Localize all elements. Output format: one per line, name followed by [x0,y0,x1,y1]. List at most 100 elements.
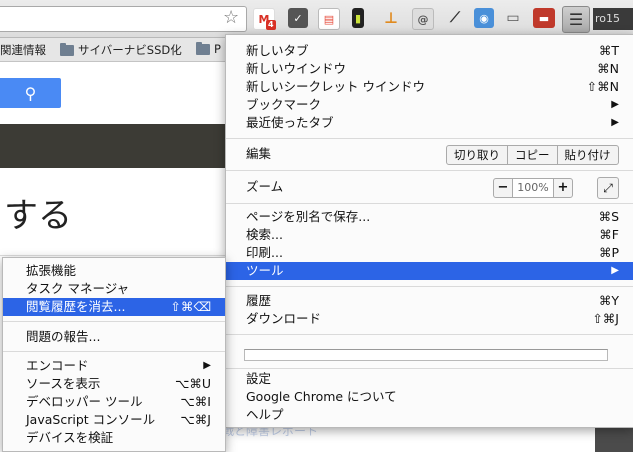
address-bar[interactable] [0,6,247,32]
paste-button[interactable]: 貼り付け [556,146,618,164]
menu-item-label: 検索... [246,227,283,242]
menu-item-print[interactable]: 印刷... ⌘P [226,244,633,262]
tool-icon[interactable]: ⊥ [381,8,401,28]
bookmark-item[interactable]: 関連情報 [0,42,46,58]
gmail-badge: 4 [266,20,276,30]
menu-item-new-incognito[interactable]: 新しいシークレット ウインドウ ⇧⌘N [226,78,633,96]
chrome-main-menu: 新しいタブ ⌘T 新しいウインドウ ⌘N 新しいシークレット ウインドウ ⇧⌘N… [225,34,633,428]
bookmark-folder[interactable]: サイバーナビSSD化 [60,42,182,58]
submenu-arrow-icon: ▶ [611,265,619,276]
menu-item-label: 問題の報告... [26,329,101,344]
menu-item-save-as[interactable]: ページを別名で保存... ⌘S [226,208,633,226]
menu-shortcut: ⌘T [598,43,619,58]
submenu-item-inspect-devices[interactable]: デバイスを検証 [3,429,225,447]
menu-item-label: エンコード [26,358,89,373]
menu-separator [226,368,633,369]
submenu-item-clear-history[interactable]: 閲覧履歴を消去... ⇧⌘⌫ [3,298,225,316]
menu-item-settings[interactable]: 設定 [226,370,633,388]
hamburger-icon: ☰ [568,10,584,29]
menu-item-label: 拡張機能 [26,263,77,278]
submenu-item-developer-tools[interactable]: デベロッパー ツール ⌥⌘I [3,393,225,411]
submenu-item-extensions[interactable]: 拡張機能 [3,262,225,280]
submenu-item-js-console[interactable]: JavaScript コンソール ⌥⌘J [3,411,225,429]
menu-item-label: 新しいシークレット ウインドウ [246,79,425,94]
bookmark-label: 関連情報 [0,43,46,57]
menu-shortcut: ⇧⌘J [592,311,619,326]
submenu-item-view-source[interactable]: ソースを表示 ⌥⌘U [3,375,225,393]
bookmark-label: サイバーナビSSD化 [78,43,182,57]
cut-button[interactable]: 切り取り [447,146,507,164]
page-heading: する [4,196,72,236]
menu-shortcut: ⌘S [598,209,619,224]
menu-item-help[interactable]: ヘルプ [226,406,633,424]
battery-icon[interactable]: ▮ [352,8,364,28]
copy-button[interactable]: コピー [507,146,557,164]
menu-item-label: 新しいタブ [246,43,309,58]
at-sign-icon[interactable]: @ [412,8,434,30]
zoom-in-button[interactable]: + [554,179,572,197]
eyedropper-icon[interactable]: ⟋ [445,8,465,28]
zoom-level: 100% [512,179,554,197]
search-icon: ⚲ [24,83,37,103]
menu-item-label: デバイスを検証 [26,430,114,445]
profile-chip[interactable]: ro15 [593,8,633,30]
evernote-icon[interactable]: ▤ [318,8,340,30]
menu-item-find[interactable]: 検索... ⌘F [226,226,633,244]
menu-item-label: 履歴 [246,293,272,308]
page-divider [0,255,230,256]
gmail-icon[interactable]: M 4 [253,8,276,30]
bookmark-star-icon[interactable]: ☆ [223,7,239,29]
submenu-item-report-issue[interactable]: 問題の報告... [3,328,225,346]
menu-separator [226,334,633,335]
menu-item-label: 編集 [246,146,272,161]
menu-item-tools[interactable]: ツール ▶ [226,262,633,280]
zoom-controls: − 100% + [493,178,573,198]
menu-shortcut: ⇧⌘N [586,79,619,94]
menu-item-label: 最近使ったタブ [246,115,334,130]
menu-item-label: ブックマーク [246,97,322,112]
menu-item-label: ヘルプ [246,407,284,422]
menu-item-label: ページを別名で保存... [246,209,371,224]
fullscreen-button[interactable]: ⤢ [597,177,619,199]
menu-item-new-tab[interactable]: 新しいタブ ⌘T [226,42,633,60]
page-search-button[interactable]: ⚲ [0,78,61,108]
submenu-item-encoding[interactable]: エンコード ▶ [3,357,225,375]
menu-shortcut: ⇧⌘⌫ [170,299,211,314]
menu-item-new-window[interactable]: 新しいウインドウ ⌘N [226,60,633,78]
bookmark-label: P [214,42,221,56]
menu-shortcut: ⌥⌘U [174,376,211,391]
menu-item-label: ソースを表示 [26,376,101,391]
menu-item-label: デベロッパー ツール [26,394,143,409]
menu-item-recent-tabs[interactable]: 最近使ったタブ ▶ [226,114,633,132]
submenu-item-task-manager[interactable]: タスク マネージャ [3,280,225,298]
menu-item-label: ツール [246,263,284,278]
bookmark-folder[interactable]: P [196,41,221,56]
chrome-menu-button[interactable]: ☰ [562,6,590,33]
folder-icon [60,42,74,56]
menu-separator [3,351,225,352]
cast-icon[interactable]: ▭ [503,8,523,28]
menu-shortcut: ⌘N [597,61,619,76]
pocket-icon[interactable]: ✓ [288,8,308,28]
menu-item-about[interactable]: Google Chrome について [226,388,633,406]
menu-item-label: 新しいウインドウ [246,61,347,76]
menu-item-label: ダウンロード [246,311,322,326]
menu-item-downloads[interactable]: ダウンロード ⇧⌘J [226,310,633,328]
menu-item-bookmarks[interactable]: ブックマーク ▶ [226,96,633,114]
incognito-icon[interactable]: ▬ [533,8,555,28]
page-dark-banner [0,124,230,168]
camera-icon[interactable]: ◉ [474,8,494,28]
menu-separator [226,170,633,171]
zoom-out-button[interactable]: − [494,179,512,197]
menu-separator [226,286,633,287]
submenu-arrow-icon: ▶ [203,360,211,371]
menu-separator [226,203,633,204]
browser-toolbar: ☆ M 4 ✓ ▤ ▮ ⊥ @ ⟋ ◉ ▭ ▬ ☰ ro15 [0,0,633,38]
folder-icon [196,41,210,55]
menu-shortcut: ⌥⌘J [180,412,211,427]
menu-separator [226,138,633,139]
submenu-arrow-icon: ▶ [611,99,619,110]
menu-item-label: ズーム [246,179,284,194]
menu-item-label: 設定 [246,371,272,386]
menu-item-history[interactable]: 履歴 ⌘Y [226,292,633,310]
